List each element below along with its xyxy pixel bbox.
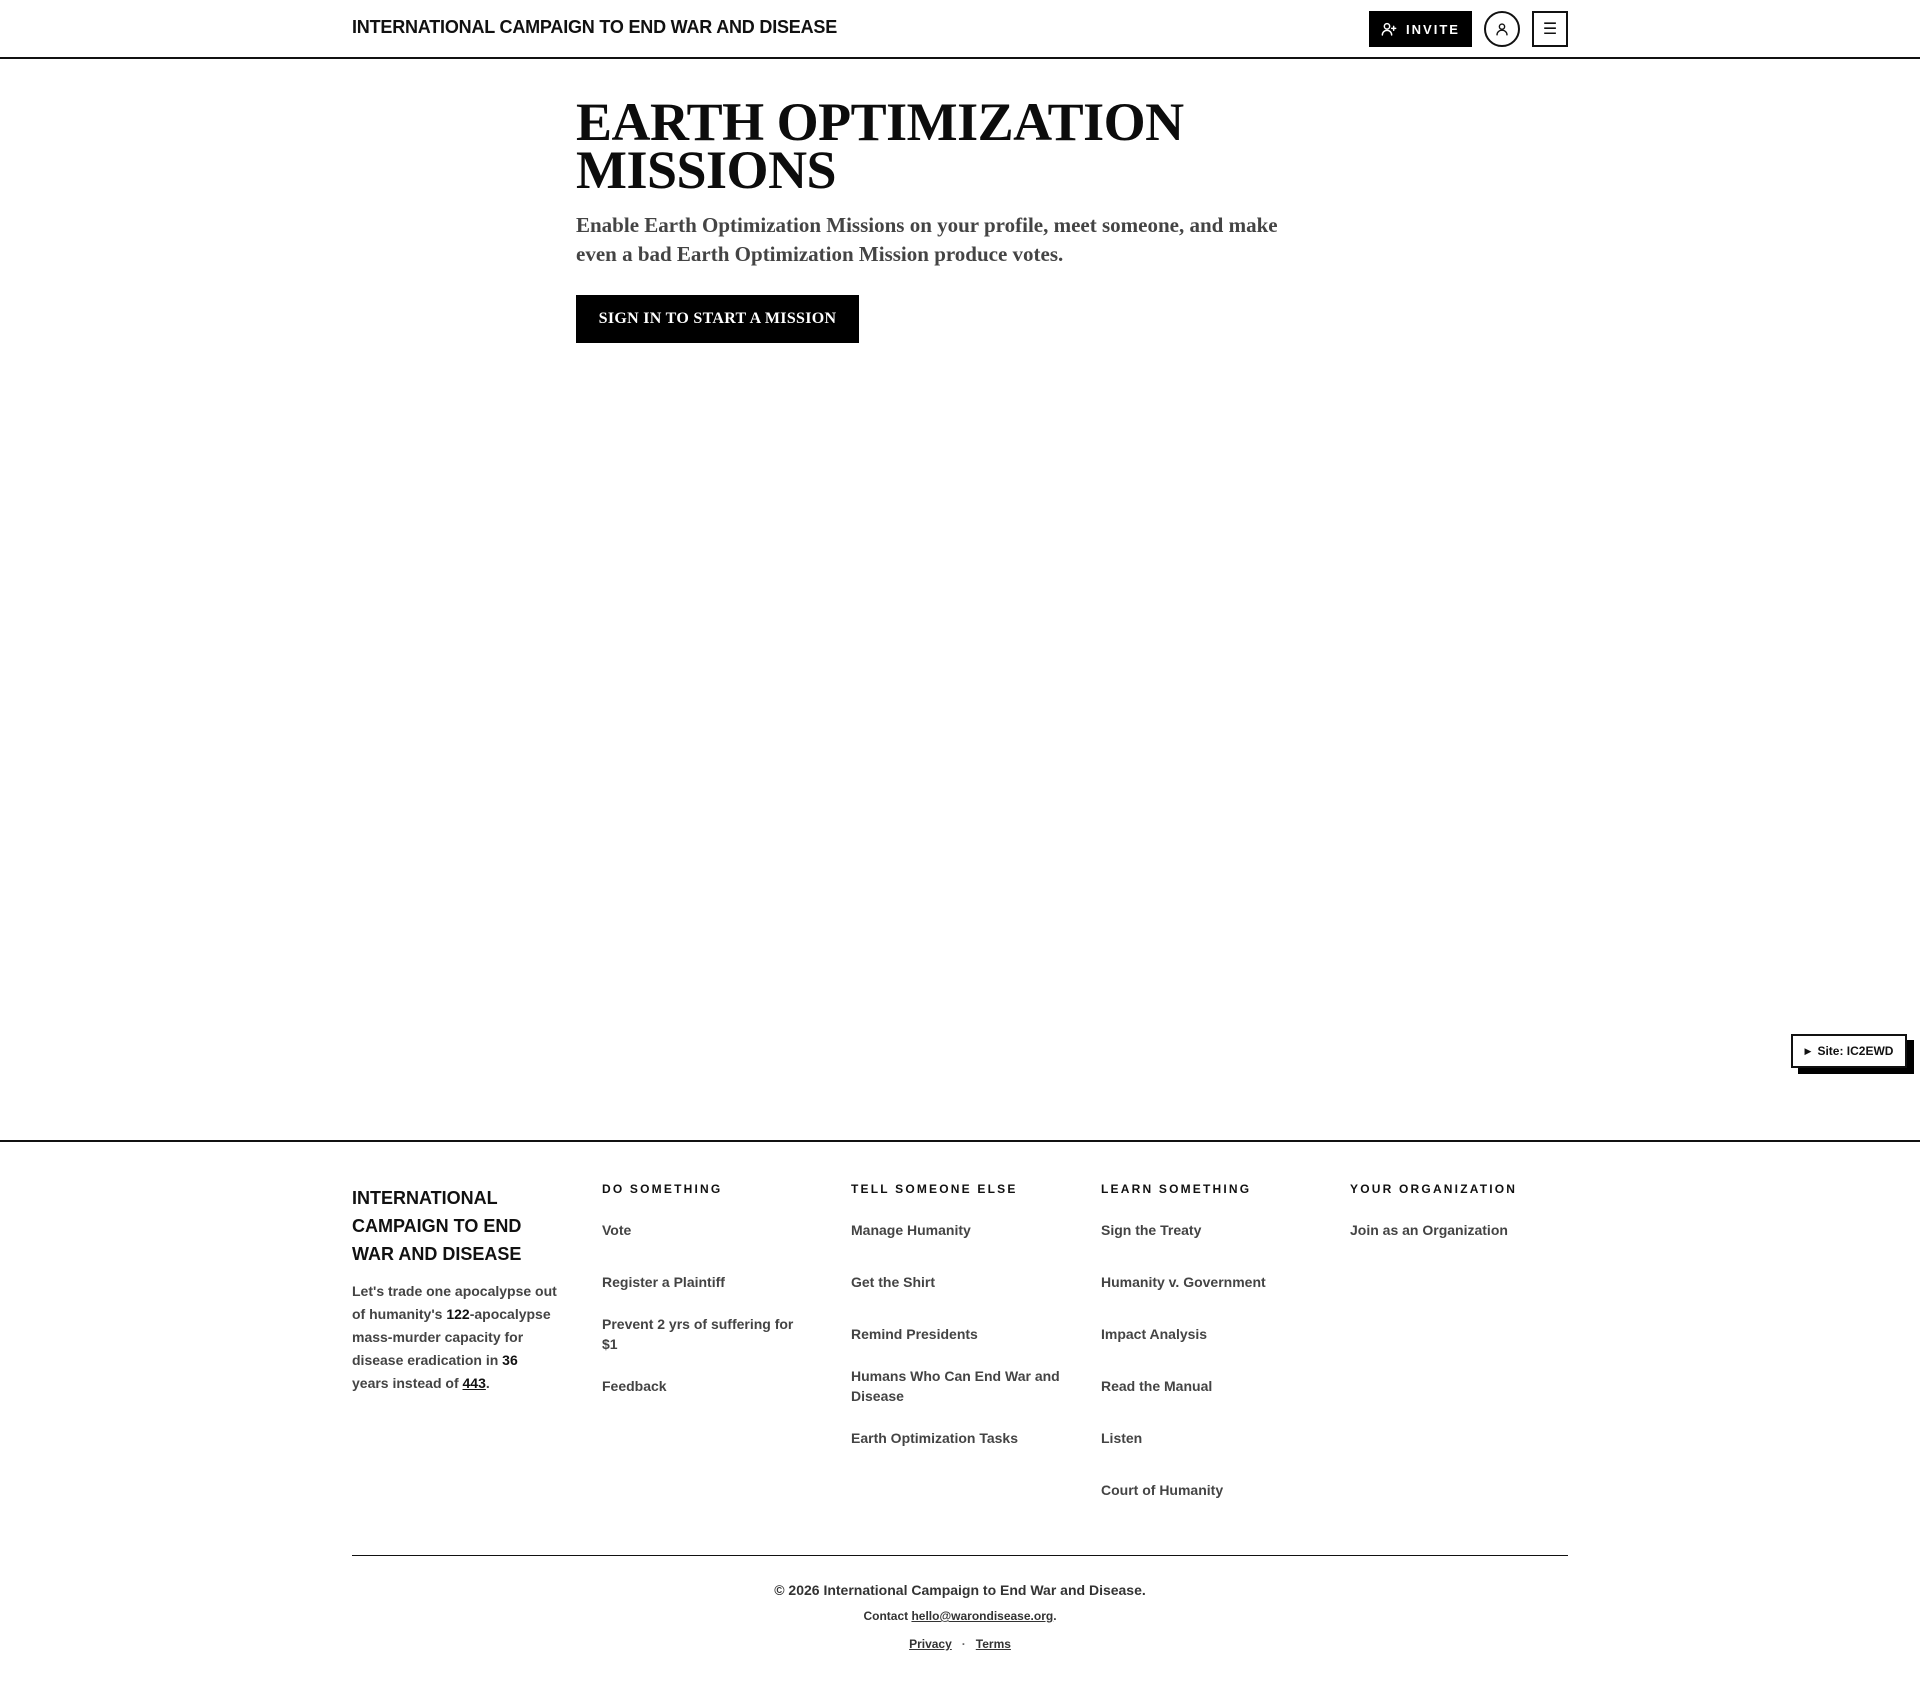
footer-copyright: © 2026 International Campaign to End War… [774,1582,1146,1598]
footer-brand: INTERNATIONAL CAMPAIGN TO END WAR AND DI… [352,1188,522,1264]
footer-link-humanity-v-government[interactable]: Humanity v. Government [1101,1272,1321,1324]
footer-link-get-shirt[interactable]: Get the Shirt [851,1272,1071,1324]
footer-column-heading: LEARN SOMETHING [1101,1182,1252,1196]
footer-legal: Privacy · Terms [0,1637,1920,1651]
page-subtitle: Enable Earth Optimization Missions on yo… [576,213,1278,266]
site-footer: INTERNATIONAL CAMPAIGN TO END WAR AND DI… [0,1140,1920,1691]
user-plus-icon [1381,22,1397,36]
site-header: INTERNATIONAL CAMPAIGN TO END WAR AND DI… [0,0,1920,59]
footer-link-court-humanity[interactable]: Court of Humanity [1101,1480,1321,1532]
footer-link-prevent-suffering[interactable]: Prevent 2 yrs of suffering for $1 [602,1314,812,1376]
play-triangle-icon: ▶ [1804,1045,1812,1056]
footer-divider [352,1555,1568,1556]
user-icon [1496,23,1508,36]
footer-column-heading: YOUR ORGANIZATION [1350,1182,1518,1196]
years-slow-link[interactable]: 443 [463,1375,486,1391]
footer-tagline: Let's trade one apocalypse out of humani… [352,1280,557,1395]
profile-button[interactable] [1484,11,1520,47]
privacy-link[interactable]: Privacy [909,1637,952,1651]
footer-link-read-manual[interactable]: Read the Manual [1101,1376,1321,1428]
site-badge-label: Site: IC2EWD [1817,1044,1894,1058]
site-badge-button[interactable]: ▶ Site: IC2EWD [1791,1034,1907,1068]
terms-link[interactable]: Terms [976,1637,1011,1651]
footer-link-manage-humanity[interactable]: Manage Humanity [851,1220,1071,1272]
footer-column-do-something: DO SOMETHING Vote Register a Plaintiff P… [602,1182,822,1428]
footer-link-humans-end-war[interactable]: Humans Who Can End War and Disease [851,1366,1081,1428]
contact-email-link[interactable]: hello@warondisease.org [911,1609,1053,1623]
footer-link-earth-tasks[interactable]: Earth Optimization Tasks [851,1428,1071,1480]
tagline-text: . [485,1375,490,1391]
site-brand[interactable]: INTERNATIONAL CAMPAIGN TO END WAR AND DI… [352,17,837,38]
apocalypse-count: 122 [446,1306,470,1322]
invite-label: INVITE [1406,21,1460,37]
invite-button[interactable]: INVITE [1369,11,1472,47]
footer-column-heading: TELL SOMEONE ELSE [851,1182,1018,1196]
sign-in-mission-button[interactable]: SIGN IN TO START A MISSION [576,295,859,343]
footer-column-learn-something: LEARN SOMETHING Sign the Treaty Humanity… [1101,1182,1321,1532]
years-fast: 36 [502,1352,518,1368]
page-title: EARTH OPTIMIZATION MISSIONS [576,92,1184,200]
menu-button[interactable]: ☰ [1532,11,1568,47]
tagline-text: years instead of [352,1375,463,1391]
contact-suffix: . [1053,1609,1057,1623]
footer-contact: Contact hello@warondisease.org. [0,1609,1920,1623]
footer-link-impact-analysis[interactable]: Impact Analysis [1101,1324,1321,1376]
footer-link-join-organization[interactable]: Join as an Organization [1350,1220,1570,1272]
contact-prefix: Contact [863,1609,912,1623]
footer-link-feedback[interactable]: Feedback [602,1376,822,1428]
footer-link-sign-treaty[interactable]: Sign the Treaty [1101,1220,1321,1272]
footer-column-tell-someone: TELL SOMEONE ELSE Manage Humanity Get th… [851,1182,1071,1480]
legal-separator: · [961,1637,966,1651]
footer-link-listen[interactable]: Listen [1101,1428,1321,1480]
footer-column-your-organization: YOUR ORGANIZATION Join as an Organizatio… [1350,1182,1570,1272]
footer-link-vote[interactable]: Vote [602,1220,822,1272]
hamburger-menu-icon: ☰ [1542,21,1558,38]
footer-column-heading: DO SOMETHING [602,1182,723,1196]
